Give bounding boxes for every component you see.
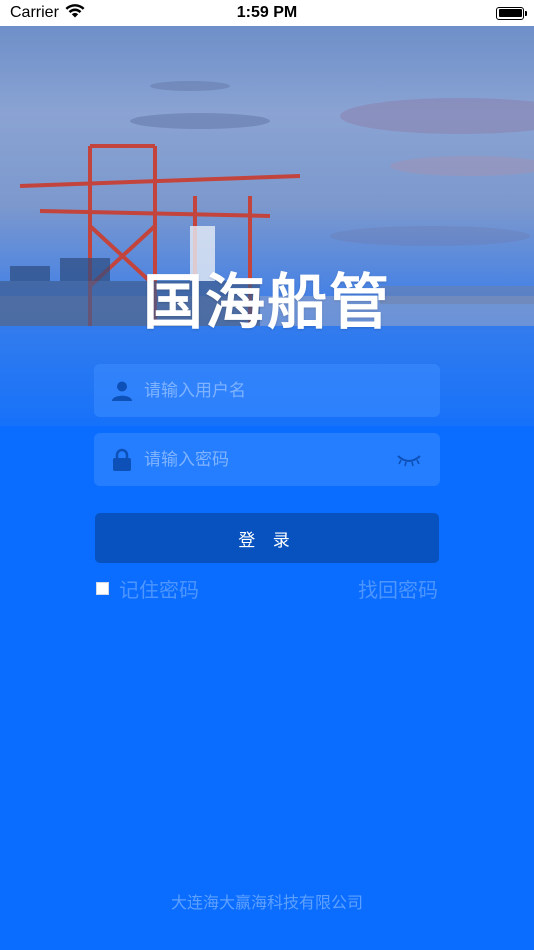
company-footer: 大连海大赢海科技有限公司 xyxy=(170,893,363,912)
password-input[interactable] xyxy=(134,433,394,486)
remember-label[interactable]: 记住密码 xyxy=(119,574,199,603)
status-left: Carrier xyxy=(10,3,85,23)
status-bar: Carrier 1:59 PM xyxy=(0,0,534,26)
username-field[interactable] xyxy=(94,364,440,417)
wifi-icon xyxy=(65,3,85,23)
battery-fill xyxy=(498,9,522,17)
carrier-label: Carrier xyxy=(10,4,59,21)
lock-icon xyxy=(110,448,134,472)
username-input[interactable] xyxy=(134,364,440,417)
eye-closed-icon[interactable] xyxy=(394,450,424,470)
remember-password[interactable]: 记住密码 xyxy=(96,574,199,603)
app-title: 国海船管 xyxy=(143,268,391,338)
login-button[interactable]: 登 录 xyxy=(95,513,439,563)
battery-icon xyxy=(496,6,527,20)
password-field[interactable] xyxy=(94,433,440,486)
remember-checkbox[interactable] xyxy=(96,582,109,595)
forgot-password-link[interactable]: 找回密码 xyxy=(358,574,438,603)
user-icon xyxy=(110,379,134,403)
